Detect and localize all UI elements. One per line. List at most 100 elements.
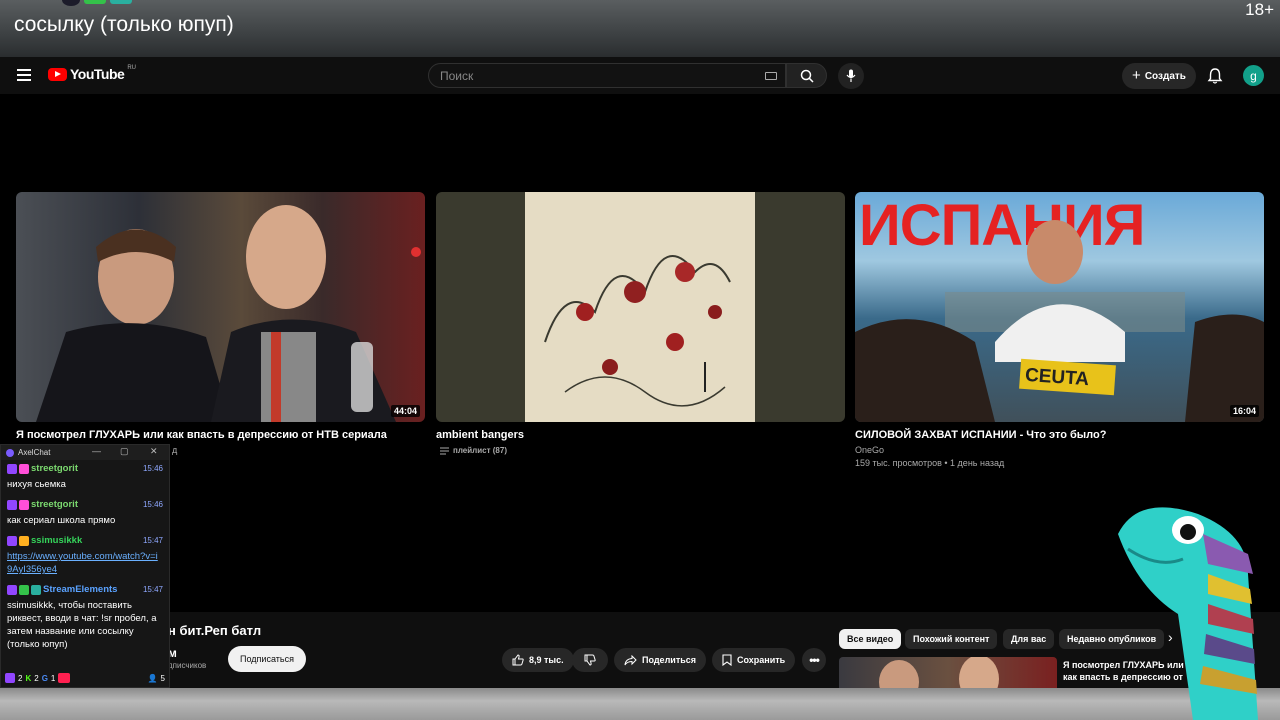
- viewer-count: 5: [160, 673, 165, 683]
- more-actions-button[interactable]: •••: [802, 648, 826, 672]
- current-video-title: н бит.Реп батл: [168, 623, 262, 638]
- overlay-caption: сосылку (только юпуп): [14, 13, 234, 36]
- save-button[interactable]: Сохранить: [712, 648, 796, 672]
- subscribe-button[interactable]: Подписаться: [228, 646, 306, 672]
- playlist-icon: [440, 447, 449, 454]
- minimize-icon[interactable]: —: [92, 446, 101, 456]
- chat-text: ssimusikkk, чтобы поставить риквест, вво…: [7, 600, 157, 650]
- logo-text: YouTube: [70, 66, 125, 82]
- related-thumbnail-art: [879, 657, 999, 692]
- create-button[interactable]: + Создать: [1122, 63, 1196, 89]
- check-badge-icon: [19, 584, 29, 595]
- twitch-icon: [7, 463, 17, 474]
- plus-icon: +: [1132, 67, 1141, 84]
- logo-country: RU: [127, 65, 136, 71]
- bookmark-icon: [722, 654, 732, 666]
- youtube-play-icon: [48, 67, 67, 81]
- background-floor: [0, 688, 1280, 720]
- maximize-icon[interactable]: ▢: [120, 446, 129, 457]
- dislike-button[interactable]: [572, 648, 608, 672]
- playlist-card[interactable]: ambient bangers плейлист (87): [436, 192, 845, 457]
- voice-search-button[interactable]: [838, 63, 864, 89]
- chat-link[interactable]: https://www.youtube.com/watch?v=i9AyI356…: [7, 550, 163, 576]
- youtube-header: YouTube RU + Создать g: [0, 57, 1280, 94]
- chat-app-title: AxelChat: [18, 448, 51, 457]
- more-dots-icon: •••: [809, 653, 820, 667]
- chat-time: 15:47: [142, 585, 163, 594]
- search-input[interactable]: [429, 64, 749, 87]
- chip-all-videos[interactable]: Все видео: [839, 629, 902, 649]
- chat-username: StreamElements: [43, 584, 118, 595]
- video-duration: 16:04: [1229, 405, 1259, 417]
- stream-overlay-banner: сосылку (только юпуп) 18+: [0, 0, 1280, 57]
- chat-username: streetgorit: [31, 463, 78, 474]
- like-button[interactable]: 8,9 тыс.: [502, 648, 574, 672]
- youtube-logo[interactable]: YouTube RU: [48, 65, 136, 82]
- twitch-icon: [5, 673, 15, 683]
- video-title[interactable]: СИЛОВОЙ ЗАХВАТ ИСПАНИИ - Что это было?: [855, 428, 1264, 442]
- chat-overlay: AxelChat — ▢ ✕ streetgorit 15:46 нихуя с…: [0, 444, 170, 688]
- thumbs-down-icon: [584, 654, 596, 666]
- create-label: Создать: [1144, 70, 1186, 82]
- chat-message: streetgorit 15:46 как сериал школа прямо: [1, 498, 169, 527]
- video-thumbnail[interactable]: 44:04: [16, 192, 425, 422]
- keyboard-icon[interactable]: [765, 72, 777, 80]
- video-card[interactable]: 44:04 Я посмотрел ГЛУХАРЬ или как впасть…: [16, 192, 425, 457]
- close-icon[interactable]: ✕: [150, 446, 158, 457]
- notifications-bell-icon[interactable]: [1206, 67, 1224, 85]
- age-rating: 18+: [1245, 0, 1274, 19]
- menu-icon[interactable]: [17, 69, 31, 81]
- related-thumbnail[interactable]: [839, 657, 1057, 692]
- chat-text: как сериал школа прямо: [7, 515, 116, 526]
- green-badge-icon: [84, 0, 106, 4]
- chat-message: ssimusikkk 15:47 https://www.youtube.com…: [1, 534, 169, 576]
- search-button[interactable]: [786, 63, 827, 88]
- channel-name[interactable]: OneGo: [855, 444, 1264, 457]
- chat-username: streetgorit: [31, 499, 78, 510]
- share-label: Поделиться: [642, 655, 697, 665]
- chip-for-you[interactable]: Для вас: [1003, 629, 1055, 649]
- chat-message: StreamElements 15:47 ssimusikkk, чтобы п…: [1, 583, 169, 651]
- google-icon: G: [41, 673, 48, 683]
- playlist-title[interactable]: ambient bangers: [436, 428, 845, 442]
- share-icon: [624, 654, 637, 665]
- playlist-meta: плейлист (87): [440, 444, 845, 457]
- chip-related[interactable]: Похожий контент: [905, 629, 998, 649]
- thumbs-up-icon: [512, 654, 524, 666]
- twitch-icon: [7, 584, 17, 595]
- account-avatar[interactable]: g: [1243, 65, 1264, 86]
- playlist-thumbnail[interactable]: [436, 192, 845, 422]
- twitch-count: 2: [18, 673, 23, 683]
- search-icon: [800, 69, 814, 83]
- video-duration: 44:04: [390, 405, 420, 417]
- subscriber-count: дписчиков: [168, 661, 207, 670]
- chat-titlebar: AxelChat — ▢ ✕: [1, 445, 169, 460]
- viewers-icon: 👤: [147, 673, 158, 683]
- save-label: Сохранить: [737, 655, 786, 665]
- chat-time: 15:46: [142, 500, 163, 509]
- album-cover: [525, 192, 755, 422]
- teal-badge-icon: [110, 0, 132, 4]
- album-art: [544, 255, 731, 407]
- share-button[interactable]: Поделиться: [614, 648, 707, 672]
- twitch-icon: [7, 535, 17, 546]
- emoji-badge-icon: [19, 535, 29, 546]
- video-thumbnail[interactable]: ИСПАНИЯ CEUTA 16:04: [855, 192, 1264, 422]
- kick-count: 2: [34, 673, 39, 683]
- chat-text: нихуя сьемка: [7, 479, 66, 490]
- video-title[interactable]: Я посмотрел ГЛУХАРЬ или как впасть в деп…: [16, 428, 425, 442]
- thumbnail-sign: CEUTA: [1024, 364, 1090, 391]
- video-meta: д: [172, 445, 178, 455]
- chat-footer: 2 K 2 G 1 👤 5: [5, 673, 165, 683]
- sock-puppet-webcam: [1118, 507, 1258, 720]
- twitch-icon: [7, 499, 17, 510]
- bot-badge-icon: [31, 584, 41, 595]
- like-count: 8,9 тыс.: [529, 655, 564, 665]
- video-stats: 159 тыс. просмотров • 1 день назад: [855, 458, 1005, 468]
- chat-message: streetgorit 15:46 нихуя сьемка: [1, 462, 169, 491]
- video-card[interactable]: ИСПАНИЯ CEUTA 16:04 СИЛОВОЙ ЗАХВАТ ИСПАН…: [855, 192, 1264, 470]
- kick-icon: K: [25, 673, 32, 683]
- heart-badge-icon: [19, 463, 29, 474]
- axelchat-logo-icon: [6, 448, 14, 457]
- microphone-icon: [846, 69, 856, 82]
